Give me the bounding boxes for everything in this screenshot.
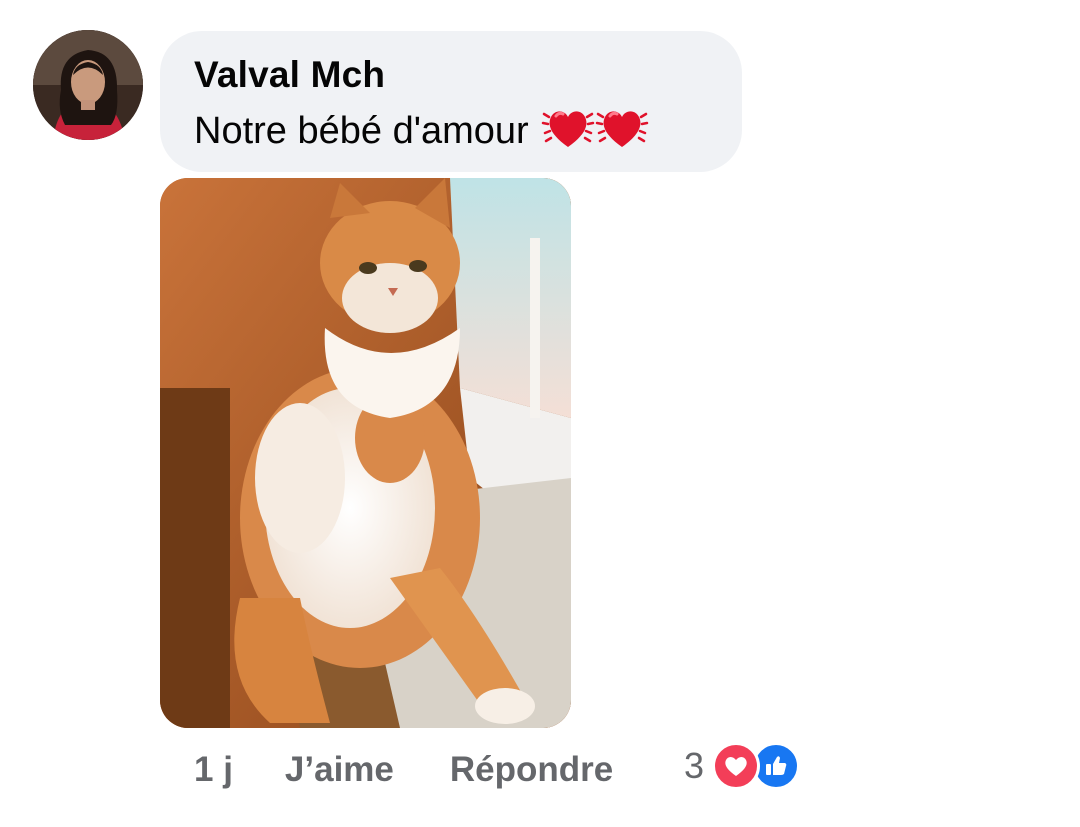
like-button[interactable]: J’aime	[285, 750, 394, 790]
beating-heart-icon	[541, 101, 595, 160]
comment-photo[interactable]	[160, 178, 571, 728]
comment-body: Notre bébé d'amour	[194, 101, 742, 160]
reaction-count: 3	[684, 745, 705, 786]
comment-author[interactable]: Valval Mch	[194, 53, 742, 97]
comment-actions: 1 j J’aime Répondre	[194, 745, 669, 795]
emoji-group	[541, 101, 649, 160]
comment-timestamp[interactable]: 1 j	[194, 750, 233, 790]
reaction-summary[interactable]: 3	[684, 742, 801, 790]
comment-bubble: Valval Mch Notre bébé d'amour	[160, 31, 742, 172]
avatar[interactable]	[33, 30, 143, 140]
comment-text: Notre bébé d'amour	[194, 109, 529, 152]
love-reaction-icon	[712, 742, 761, 790]
reply-button[interactable]: Répondre	[450, 750, 613, 790]
beating-heart-icon	[595, 101, 649, 160]
comment: Valval Mch Notre bébé d'amour 1 j J’aime…	[0, 0, 1080, 827]
